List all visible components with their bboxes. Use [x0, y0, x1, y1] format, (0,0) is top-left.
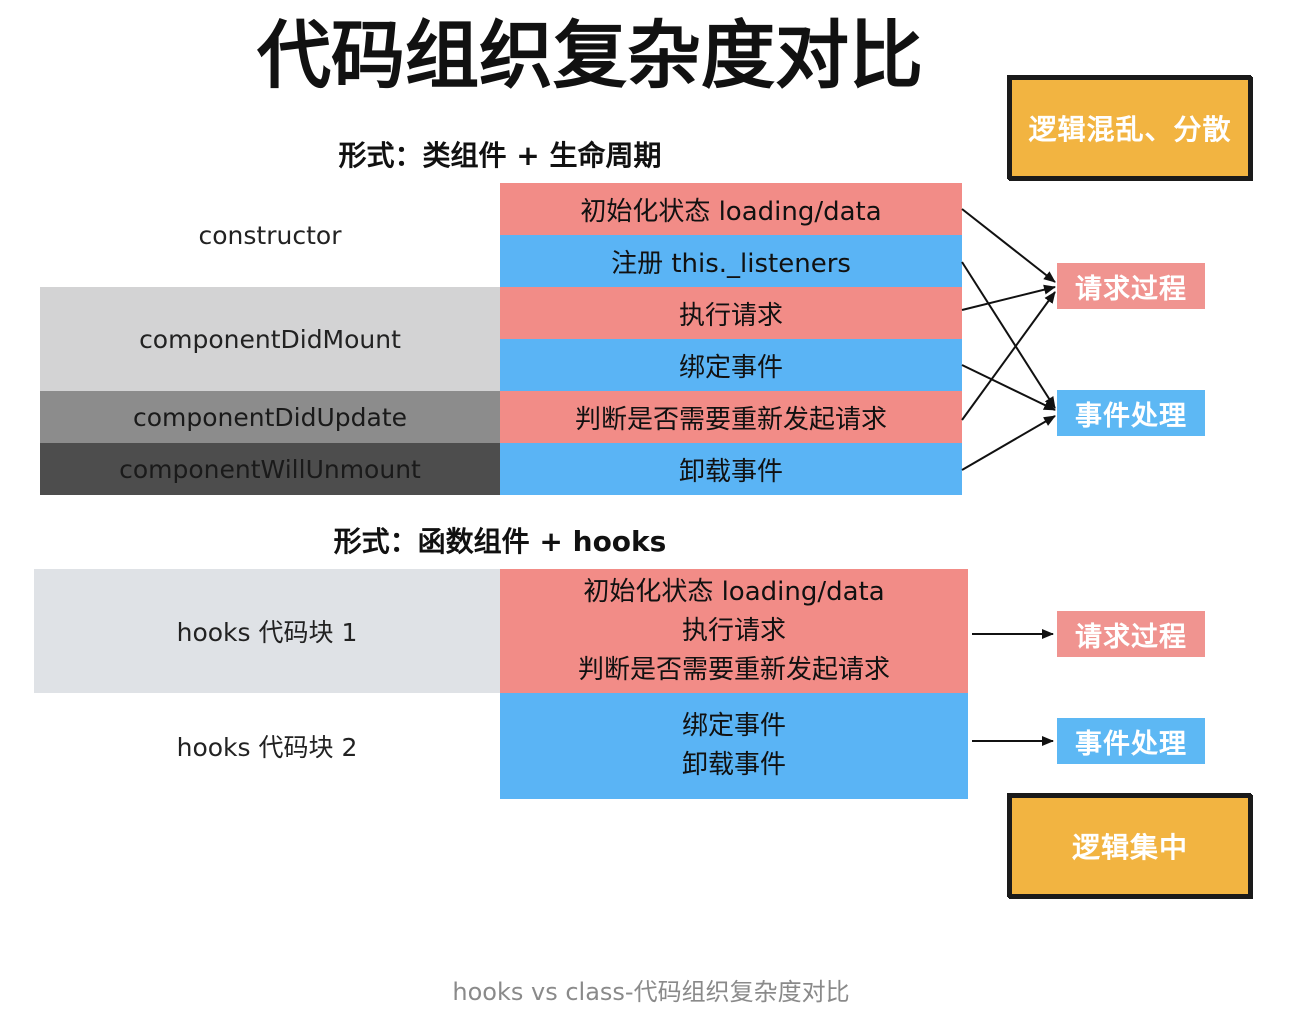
arrow-register-to-event	[961, 261, 1056, 409]
arrow-execute-to-request	[961, 284, 1056, 311]
figure-caption: hooks vs class-代码组织复杂度对比	[452, 978, 850, 1006]
arrow-init-to-request	[961, 208, 1056, 283]
arrow-recheck-to-request	[961, 291, 1056, 421]
arrow-unbind-to-event	[961, 415, 1056, 471]
connector-arrows	[961, 208, 1056, 746]
